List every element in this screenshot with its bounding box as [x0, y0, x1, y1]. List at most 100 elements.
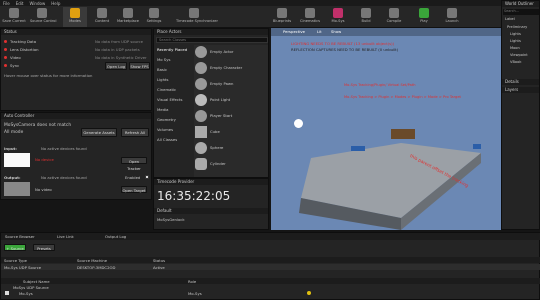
- menu-window[interactable]: Window: [29, 1, 45, 6]
- header-subject-name: Subject Name: [23, 279, 50, 284]
- show-fps-button[interactable]: Show FPS: [129, 62, 150, 70]
- modes-button[interactable]: Modes: [63, 7, 87, 27]
- outliner-search-placeholder: Search...: [504, 9, 519, 13]
- timecode-icon: [189, 8, 199, 18]
- save-current-button[interactable]: Save Current: [2, 7, 26, 27]
- tracker-actor: [473, 144, 481, 149]
- category-item[interactable]: Mo Sys: [157, 57, 170, 62]
- search-classes-input[interactable]: Search Classes: [156, 37, 268, 43]
- actor-item[interactable]: Empty Character: [210, 65, 242, 70]
- outliner-item[interactable]: Preliminary: [507, 25, 527, 29]
- status-value: No data in UDP packets: [95, 47, 140, 52]
- menu-help[interactable]: Help: [51, 1, 60, 6]
- status-dot: [4, 40, 7, 43]
- actor-item[interactable]: Cube: [210, 129, 220, 134]
- status-value: No data in Synthetic Driver: [95, 55, 147, 60]
- category-item[interactable]: Visual Effects: [157, 97, 182, 102]
- subject-header: Subject Name Role: [1, 278, 540, 284]
- category-item[interactable]: All Classes: [157, 137, 177, 142]
- add-source-button[interactable]: + Source: [4, 244, 26, 251]
- blueprints-button[interactable]: Blueprints: [270, 7, 294, 27]
- category-item[interactable]: Recently Placed: [157, 47, 187, 52]
- status-title: Status: [1, 29, 151, 35]
- refresh-all-button[interactable]: Refresh All: [121, 128, 149, 137]
- outliner-item[interactable]: Viewpoint: [510, 53, 528, 57]
- header-source-machine: Source Machine: [77, 258, 108, 263]
- status-item: Video: [10, 55, 21, 60]
- category-item[interactable]: Cinematic: [157, 87, 176, 92]
- enabled-checkbox[interactable]: [145, 175, 149, 179]
- generate-assets-button[interactable]: Generate Assets: [81, 128, 117, 137]
- toolbar-label: Source Control: [30, 19, 57, 23]
- content-button[interactable]: Content: [90, 7, 114, 27]
- floor-platform: [299, 143, 481, 230]
- show-button[interactable]: Show: [331, 29, 341, 34]
- open-tracker-button[interactable]: Open Tracker: [121, 157, 147, 171]
- source-row[interactable]: Mo-Sys UDP Source DESKTOP-3MDC2OD Active: [1, 264, 540, 270]
- compile-button[interactable]: Compile: [382, 7, 406, 27]
- perspective-button[interactable]: Perspective: [283, 29, 305, 34]
- outliner-item[interactable]: VBook: [510, 60, 521, 64]
- source-browser-panel: Source Browser Live Link Output Log + So…: [0, 232, 540, 300]
- menu-file[interactable]: File: [3, 1, 10, 6]
- source-control-button[interactable]: Source Control: [30, 7, 57, 27]
- header-source-type: Source Type: [4, 258, 27, 263]
- build-button[interactable]: Build: [354, 7, 378, 27]
- timecode-sync-button[interactable]: Timecode Synchronizer: [176, 7, 218, 27]
- tab-source-browser[interactable]: Source Browser: [5, 234, 35, 239]
- content-icon: [97, 8, 107, 18]
- launch-icon: [447, 8, 457, 18]
- actor-item[interactable]: Sphere: [210, 145, 223, 150]
- open-target-button[interactable]: Open Target: [121, 186, 147, 193]
- toolbar-label: Play: [420, 19, 428, 23]
- presets-button[interactable]: Presets: [33, 244, 55, 251]
- reflection-warning: REFLECTION CAPTURES NEED TO BE REBUILT (…: [291, 47, 399, 52]
- category-item[interactable]: Volumes: [157, 127, 173, 132]
- lit-button[interactable]: Lit: [317, 29, 322, 34]
- cylinder-icon: [195, 158, 207, 170]
- marketplace-button[interactable]: Marketplace: [116, 7, 140, 27]
- actor-item[interactable]: Empty Actor: [210, 49, 233, 54]
- layers-tab[interactable]: Layers: [502, 87, 539, 93]
- mosys-icon: [333, 8, 343, 18]
- mosys-button[interactable]: Mo-Sys: [326, 7, 350, 27]
- input-label: Input:: [4, 146, 17, 151]
- status-item: Tracking Data: [10, 39, 37, 44]
- outliner-title: World Outliner: [502, 1, 539, 7]
- viewport[interactable]: Perspective Lit Show LIGHTING NEEDS TO B…: [271, 28, 501, 230]
- actor-item[interactable]: Empty Pawn: [210, 81, 233, 86]
- annotation-1: Mo-Sys Tracking/Plugin/ Virtual Set/Path: [344, 83, 416, 87]
- outliner-item[interactable]: Lights: [510, 32, 521, 36]
- auto-msg2: All mode: [4, 130, 24, 135]
- details-tab[interactable]: Details: [502, 79, 539, 85]
- search-placeholder: Search Classes: [159, 38, 187, 42]
- source-control-icon: [37, 8, 47, 18]
- actor-item[interactable]: Player Start: [210, 113, 232, 118]
- toolbar-label: Launch: [445, 19, 459, 23]
- play-button[interactable]: Play: [412, 7, 436, 27]
- category-item[interactable]: Lights: [157, 77, 168, 82]
- settings-button[interactable]: Settings: [142, 7, 166, 27]
- actor-item[interactable]: Point Light: [210, 97, 230, 102]
- main-toolbar: Save Current Source Control Modes Conten…: [0, 6, 540, 28]
- subject-role: Mo-Sys: [188, 291, 202, 296]
- tab-live-link[interactable]: Live Link: [57, 234, 74, 239]
- outliner-item[interactable]: Lights: [510, 39, 521, 43]
- menu-edit[interactable]: Edit: [16, 1, 24, 6]
- actor-item[interactable]: Cylinder: [210, 161, 226, 166]
- category-item[interactable]: Basic: [157, 67, 167, 72]
- status-dot: [4, 64, 7, 67]
- actor-list: Empty Actor Empty Character Empty Pawn P…: [194, 45, 268, 177]
- outliner-search[interactable]: Search...: [503, 9, 539, 15]
- open-log-button[interactable]: Open Log: [105, 62, 127, 70]
- launch-button[interactable]: Launch: [440, 7, 464, 27]
- outliner-item[interactable]: Moon: [510, 46, 520, 50]
- subject-checkbox[interactable]: [5, 291, 9, 295]
- tab-output-log[interactable]: Output Log: [105, 234, 126, 239]
- subject-item[interactable]: Mo-Sys: [19, 291, 33, 296]
- subject-source: MoSys UDP Source: [13, 285, 49, 290]
- cinematics-button[interactable]: Cinematics: [298, 7, 322, 27]
- category-item[interactable]: Media: [157, 107, 168, 112]
- category-item[interactable]: Geometry: [157, 117, 176, 122]
- status-dot: [4, 56, 7, 59]
